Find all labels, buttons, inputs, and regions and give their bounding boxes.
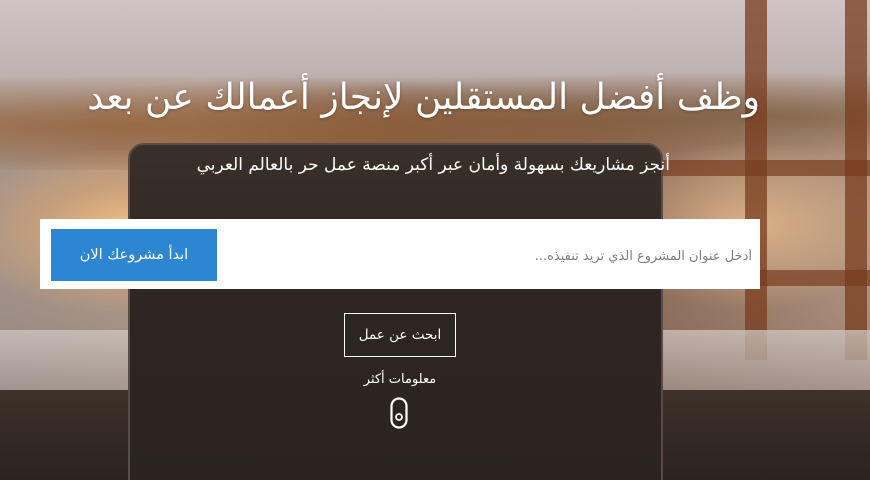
window-frame — [845, 0, 867, 360]
more-info-link[interactable]: معلومات أكثر — [330, 372, 470, 387]
hero-headline: وظف أفضل المستقلين لإنجاز أعمالك عن بعد — [87, 77, 760, 118]
mouse-scroll-icon[interactable] — [390, 397, 408, 429]
hero-subtitle: أنجز مشاريعك بسهولة وأمان عبر أكبر منصة … — [196, 155, 670, 175]
project-title-input[interactable] — [230, 233, 754, 279]
start-project-button[interactable]: ابدأ مشروعك الان — [51, 229, 217, 281]
laptop-image — [128, 143, 663, 480]
find-work-button[interactable]: ابحث عن عمل — [344, 313, 456, 357]
window-frame — [660, 160, 870, 176]
window-frame — [745, 0, 767, 360]
project-form: ابدأ مشروعك الان — [40, 219, 760, 289]
